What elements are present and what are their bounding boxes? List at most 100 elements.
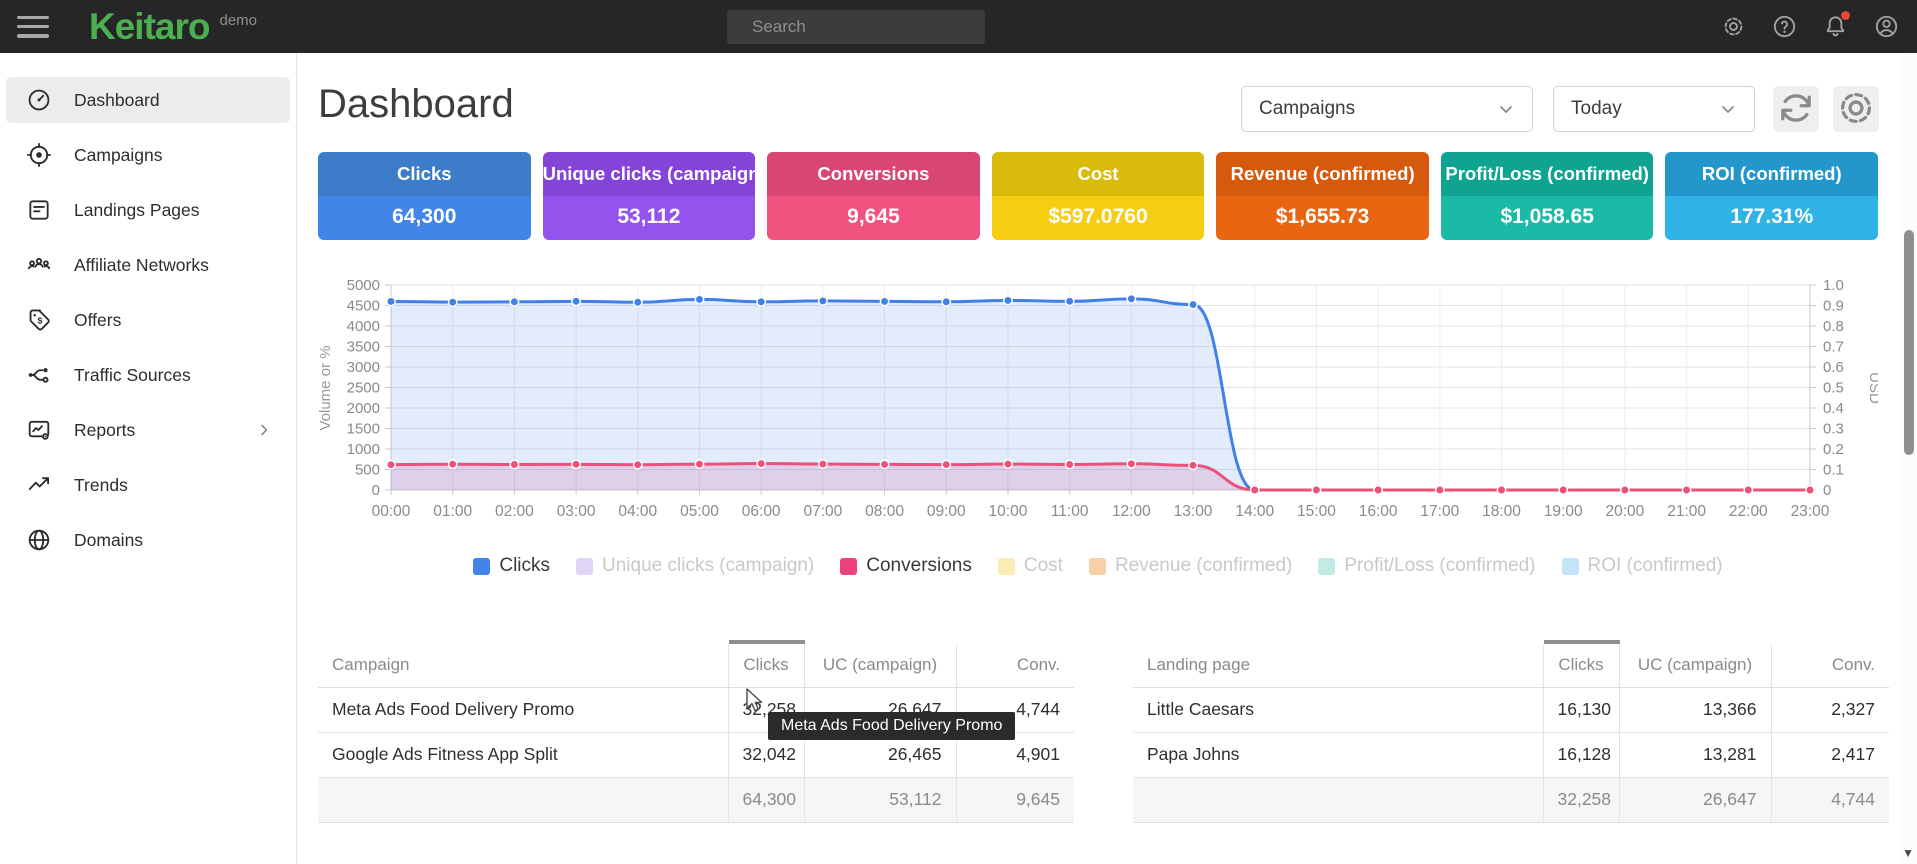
stat-card-unique-clicks-campaign[interactable]: Unique clicks (campaign)53,112: [543, 152, 756, 240]
legend-item-revenue-confirmed[interactable]: Revenue (confirmed): [1089, 555, 1292, 577]
sidebar-item-label: Trends: [74, 475, 128, 496]
affiliate-networks-icon: [26, 252, 52, 278]
stat-cards: Clicks64,300Unique clicks (campaign)53,1…: [318, 152, 1878, 240]
row-label[interactable]: Google Ads Fitness App Split: [318, 732, 728, 777]
row-label[interactable]: Papa Johns: [1133, 732, 1543, 777]
table-row[interactable]: Papa Johns16,12813,2812,417: [1133, 732, 1889, 777]
legend-item-cost[interactable]: Cost: [998, 555, 1063, 577]
legend-label: Clicks: [499, 555, 550, 577]
sidebar-item-trends[interactable]: Trends: [6, 462, 290, 508]
date-range-select[interactable]: Today: [1553, 86, 1755, 132]
stat-card-profit-loss-confirmed[interactable]: Profit/Loss (confirmed)$1,058.65: [1441, 152, 1654, 240]
reports-icon: [26, 417, 52, 443]
sidebar-item-offers[interactable]: $Offers: [6, 297, 290, 343]
column-header-clicks[interactable]: Clicks: [1543, 642, 1619, 687]
sidebar-item-label: Traffic Sources: [74, 365, 191, 386]
legend-swatch: [998, 558, 1015, 575]
sidebar-item-label: Offers: [74, 310, 121, 331]
sidebar-item-label: Affiliate Networks: [74, 255, 209, 276]
help-icon[interactable]: [1771, 13, 1798, 40]
legend-swatch: [1089, 558, 1106, 575]
column-header-uc-campaign[interactable]: UC (campaign): [804, 642, 956, 687]
svg-text:09:00: 09:00: [927, 503, 966, 520]
row-label[interactable]: Little Caesars: [1133, 687, 1543, 732]
legend-swatch: [1318, 558, 1335, 575]
legend-item-clicks[interactable]: Clicks: [473, 555, 550, 577]
svg-text:15:00: 15:00: [1297, 503, 1336, 520]
sidebar-item-landings-pages[interactable]: Landings Pages: [6, 187, 290, 233]
svg-text:3500: 3500: [347, 339, 380, 356]
trends-icon: [26, 472, 52, 498]
notifications-icon[interactable]: [1822, 13, 1849, 40]
settings-icon[interactable]: [1720, 13, 1747, 40]
svg-text:17:00: 17:00: [1420, 503, 1459, 520]
column-header-clicks[interactable]: Clicks: [728, 642, 804, 687]
svg-text:01:00: 01:00: [433, 503, 472, 520]
menu-icon[interactable]: [17, 16, 49, 38]
grouping-select[interactable]: Campaigns: [1241, 86, 1533, 132]
svg-text:0.8: 0.8: [1823, 318, 1844, 335]
sidebar-item-dashboard[interactable]: Dashboard: [6, 77, 290, 123]
stat-card-roi-confirmed[interactable]: ROI (confirmed)177.31%: [1665, 152, 1878, 240]
chart-canvas: 005000.110000.215000.320000.425000.53000…: [318, 272, 1878, 524]
column-header-conv[interactable]: Conv.: [956, 642, 1074, 687]
refresh-button[interactable]: [1773, 86, 1819, 132]
totals-row: 64,30053,1129,645: [318, 777, 1074, 822]
stat-card-label: Conversions: [767, 152, 980, 196]
stat-card-label: Cost: [992, 152, 1205, 196]
traffic-sources-icon: [26, 362, 52, 388]
sidebar-item-label: Domains: [74, 530, 143, 551]
legend-item-conversions[interactable]: Conversions: [840, 555, 972, 577]
stat-card-cost[interactable]: Cost$597.0760: [992, 152, 1205, 240]
stat-card-conversions[interactable]: Conversions9,645: [767, 152, 980, 240]
scrollbar-thumb[interactable]: [1904, 230, 1914, 455]
svg-text:23:00: 23:00: [1791, 503, 1830, 520]
hover-tooltip: Meta Ads Food Delivery Promo: [768, 712, 1015, 740]
svg-text:10:00: 10:00: [989, 503, 1028, 520]
scroll-down-arrow[interactable]: ▼: [1902, 846, 1914, 860]
stat-card-value: $597.0760: [992, 196, 1205, 240]
chevron-down-icon: [1716, 97, 1740, 121]
chevron-right-icon: [254, 420, 274, 440]
account-icon[interactable]: [1873, 13, 1900, 40]
column-header-conv[interactable]: Conv.: [1771, 642, 1889, 687]
legend-item-roi-confirmed[interactable]: ROI (confirmed): [1562, 555, 1723, 577]
legend-swatch: [473, 558, 490, 575]
legend-label: ROI (confirmed): [1588, 555, 1723, 577]
legend-swatch: [576, 558, 593, 575]
table-row[interactable]: Little Caesars16,13013,3662,327: [1133, 687, 1889, 732]
svg-text:0.4: 0.4: [1823, 400, 1844, 417]
svg-text:5000: 5000: [347, 277, 380, 294]
search-box[interactable]: [727, 10, 985, 44]
column-header-landing-page[interactable]: Landing page: [1133, 642, 1543, 687]
scrollbar: ▼: [1901, 53, 1917, 864]
row-value: 16,128: [1543, 732, 1619, 777]
sidebar-item-domains[interactable]: Domains: [6, 517, 290, 563]
stat-card-clicks[interactable]: Clicks64,300: [318, 152, 531, 240]
app-logo[interactable]: Keitaro: [89, 6, 209, 48]
totals-value: 4,744: [1771, 777, 1889, 822]
legend-item-profit-loss-confirmed[interactable]: Profit/Loss (confirmed): [1318, 555, 1535, 577]
svg-text:0.2: 0.2: [1823, 441, 1844, 458]
svg-text:0.7: 0.7: [1823, 339, 1844, 356]
svg-text:1.0: 1.0: [1823, 277, 1844, 294]
stat-card-value: $1,058.65: [1441, 196, 1654, 240]
svg-text:Volume or %: Volume or %: [318, 345, 334, 430]
legend-item-unique-clicks-campaign[interactable]: Unique clicks (campaign): [576, 555, 814, 577]
gear-icon: [1833, 85, 1879, 134]
stat-card-revenue-confirmed[interactable]: Revenue (confirmed)$1,655.73: [1216, 152, 1429, 240]
legend-label: Cost: [1024, 555, 1063, 577]
column-header-uc-campaign[interactable]: UC (campaign): [1619, 642, 1771, 687]
svg-text:0.6: 0.6: [1823, 359, 1844, 376]
sidebar-item-traffic-sources[interactable]: Traffic Sources: [6, 352, 290, 398]
row-label[interactable]: Meta Ads Food Delivery Promo: [318, 687, 728, 732]
svg-text:500: 500: [355, 462, 380, 479]
sidebar-item-reports[interactable]: Reports: [6, 407, 290, 453]
sidebar-item-campaigns[interactable]: Campaigns: [6, 132, 290, 178]
dashboard-settings-button[interactable]: [1833, 86, 1879, 132]
row-value: 2,327: [1771, 687, 1889, 732]
svg-text:06:00: 06:00: [742, 503, 781, 520]
column-header-campaign[interactable]: Campaign: [318, 642, 728, 687]
search-input[interactable]: [752, 17, 973, 37]
sidebar-item-affiliate-networks[interactable]: Affiliate Networks: [6, 242, 290, 288]
